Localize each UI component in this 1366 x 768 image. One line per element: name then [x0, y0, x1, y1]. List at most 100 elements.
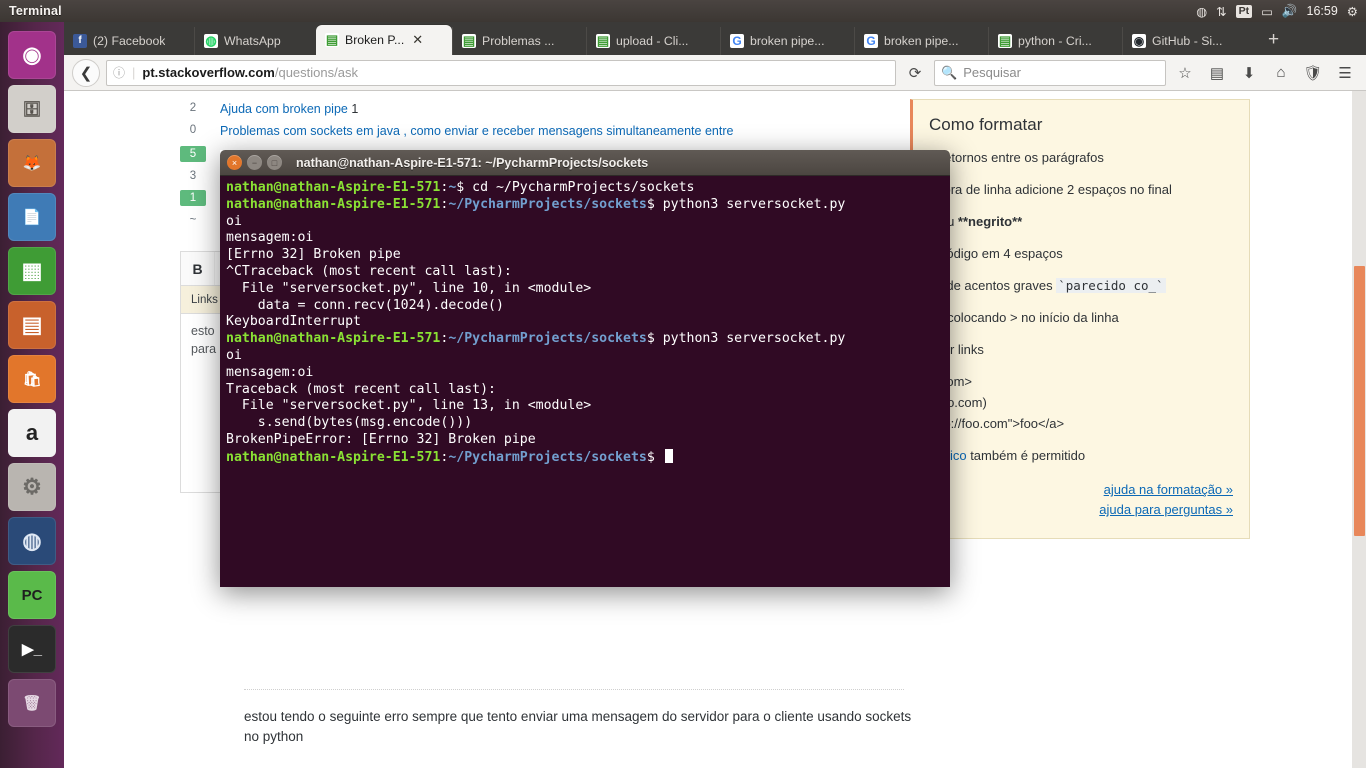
volume-icon[interactable]: 🔊 — [1282, 2, 1298, 20]
how-to-format-item: uebra de linha adicione 2 espaços no fin… — [929, 182, 1172, 197]
new-tab-button[interactable]: + — [1256, 27, 1291, 55]
terminal-line: [Errno 32] Broken pipe — [226, 247, 401, 263]
question-vote-count: 0 — [189, 124, 197, 136]
how-to-format-panel: Como formatar e retornos entre os parágr… — [910, 99, 1250, 539]
browser-tab-6[interactable]: Gbroken pipe... — [854, 27, 988, 55]
launcher-item-system-settings[interactable]: ⚙ — [8, 463, 56, 511]
amazon-icon: a — [25, 420, 39, 445]
terminal-command: python3 serversocket.py — [654, 196, 846, 212]
stackoverflow-icon: ▤ — [462, 33, 476, 48]
google-icon: G — [730, 34, 744, 48]
terminal-command: python3 serversocket.py — [654, 331, 846, 347]
browser-tab-5[interactable]: Gbroken pipe... — [720, 27, 854, 55]
page-scrollbar[interactable] — [1352, 91, 1366, 768]
terminal-output[interactable]: nathan@nathan-Aspire-E1-571:~$ cd ~/Pych… — [220, 176, 950, 587]
terminal-line: nathan@nathan-Aspire-E1-571:~$ cd ~/Pych… — [226, 180, 695, 195]
reader-list-icon[interactable]: ▤ — [1204, 60, 1230, 86]
browser-tab-2[interactable]: ▤ Broken P... ✕ — [316, 25, 452, 55]
related-question-row[interactable]: 0 Problemas com sockets em java , como en… — [180, 120, 880, 142]
terminal-line: nathan@nathan-Aspire-E1-571:~/PycharmPro… — [226, 331, 846, 347]
how-to-format-help-link[interactable]: ajuda para perguntas » — [929, 500, 1233, 520]
launcher-item-libreoffice-writer[interactable]: 📄 — [8, 193, 56, 241]
browser-tab-label: (2) Facebook — [93, 34, 166, 48]
terminal-prompt-user: nathan@nathan-Aspire-E1-571 — [226, 331, 441, 347]
bookmark-star-icon[interactable]: ☆ — [1172, 60, 1198, 86]
launcher-item-terminal[interactable]: ▶_ — [8, 625, 56, 673]
terminal-icon: ▶_ — [22, 640, 42, 658]
stackoverflow-icon: ▤ — [596, 33, 610, 48]
how-to-format-help-link[interactable]: ajuda na formatação » — [929, 480, 1233, 500]
question-title-link[interactable]: Ajuda com broken pipe 1 — [220, 102, 358, 116]
browser-tab-3[interactable]: ▤ Problemas ... — [452, 27, 586, 55]
browser-tab-1[interactable]: ◍ WhatsApp — [194, 27, 316, 55]
browser-tab-4[interactable]: ▤ upload - Cli... — [586, 27, 720, 55]
launcher-item-trash[interactable]: 🗑 — [8, 679, 56, 727]
downloads-icon[interactable]: ⬇ — [1236, 60, 1262, 86]
launcher-item-amazon[interactable]: a — [8, 409, 56, 457]
question-title-link[interactable]: Problemas com sockets em java , como env… — [220, 124, 733, 138]
search-input[interactable]: 🔍 Pesquisar — [934, 59, 1166, 86]
terminal-line: Traceback (most recent call last): — [226, 381, 496, 397]
launcher-item-libreoffice-calc[interactable]: ▦ — [8, 247, 56, 295]
terminal-line: KeyboardInterrupt — [226, 314, 361, 330]
unity-top-panel: Terminal ◍ ⇅ Pt ▭ 🔊 16:59 ⚙ — [0, 0, 1366, 22]
how-to-format-title: Como formatar — [929, 115, 1043, 134]
terminal-command — [655, 450, 663, 465]
desktop-screen: f (2) Facebook ◍ WhatsApp ▤ Broken P... ✕ ▤ Prob… — [0, 0, 1366, 768]
reload-icon[interactable]: ⟳ — [902, 60, 928, 86]
how-to-format-links: ajuda na formatação » ajuda para pergunta… — [929, 480, 1233, 520]
network-up-down-icon[interactable]: ⇅ — [1216, 2, 1226, 20]
system-tray: ◍ ⇅ Pt ▭ 🔊 16:59 ⚙ — [1196, 2, 1366, 20]
terminal-line: ^CTraceback (most recent call last): — [226, 263, 512, 279]
terminal-window[interactable]: × − □ nathan@nathan-Aspire-E1-571: ~/Pyc… — [220, 150, 950, 587]
browser-tab-label: python - Cri... — [1018, 34, 1092, 48]
launcher-item-steam[interactable]: ◍ — [8, 517, 56, 565]
browser-tab-7[interactable]: ▤ python - Cri... — [988, 27, 1122, 55]
browser-tab-8[interactable]: ◉ GitHub - Si... — [1122, 27, 1256, 55]
active-app-title: Terminal — [9, 4, 62, 18]
launcher-item-ubuntu-software-center[interactable]: 🛍 — [8, 355, 56, 403]
bold-button[interactable]: B — [181, 252, 215, 285]
code-sample: `parecido co_` — [1056, 278, 1166, 293]
gear-power-icon[interactable]: ⚙ — [1347, 2, 1358, 20]
back-arrow-icon[interactable]: ❮ — [72, 58, 100, 87]
launcher-item-pycharm[interactable]: PC — [8, 571, 56, 619]
launcher-item-dash-home[interactable]: ◉ — [8, 31, 56, 79]
url-text: pt.stackoverflow.com/questions/ask — [142, 65, 358, 80]
url-path: /questions/ask — [274, 65, 358, 80]
steam-icon[interactable]: ◍ — [1196, 2, 1207, 20]
page-scrollbar-thumb[interactable] — [1354, 266, 1365, 536]
home-icon[interactable]: ⌂ — [1268, 60, 1294, 86]
terminal-line: mensagem:oi — [226, 230, 314, 246]
terminal-title-bar[interactable]: × − □ nathan@nathan-Aspire-E1-571: ~/Pyc… — [220, 150, 950, 176]
tab-close-icon[interactable]: ✕ — [412, 32, 423, 48]
maximize-icon[interactable]: □ — [267, 155, 282, 170]
question-title-suffix: 1 — [351, 102, 359, 116]
terminal-line: nathan@nathan-Aspire-E1-571:~/PycharmPro… — [226, 448, 944, 467]
site-info-icon[interactable]: ⓘ — [113, 64, 125, 81]
stackoverflow-icon: ▤ — [998, 33, 1012, 48]
terminal-line: data = conn.recv(1024).decode() — [226, 297, 504, 313]
related-question-row[interactable]: 2 Ajuda com broken pipe 1 — [180, 98, 880, 120]
pocket-icon[interactable]: 🛡 — [1300, 60, 1326, 86]
launcher-item-firefox[interactable]: 🦊 — [8, 139, 56, 187]
question-vote-count: 3 — [189, 170, 197, 182]
firefox-icon: 🦊 — [22, 154, 42, 172]
how-to-format-item: básico também é permitido — [929, 445, 1233, 466]
terminal-line: BrokenPipeError: [Errno 32] Broken pipe — [226, 431, 536, 447]
minimize-icon[interactable]: − — [247, 155, 262, 170]
launcher-item-libreoffice-impress[interactable]: ▤ — [8, 301, 56, 349]
how-to-format-list: e retornos entre os parágrafos uebra de l… — [929, 147, 1233, 466]
url-bar[interactable]: ⓘ | pt.stackoverflow.com/questions/ask — [106, 59, 896, 86]
close-icon[interactable]: × — [227, 155, 242, 170]
battery-charging-icon[interactable]: ▭ — [1261, 2, 1273, 20]
browser-tab-label: GitHub - Si... — [1152, 34, 1223, 48]
question-vote-count: ~ — [189, 214, 197, 226]
launcher-item-files[interactable]: 🗄 — [8, 85, 56, 133]
url-domain: pt.stackoverflow.com — [142, 65, 275, 80]
unity-launcher: ◉ 🗄 🦊 📄 ▦ ▤ 🛍 a ⚙ ◍ PC ▶_ 🗑 — [0, 22, 64, 768]
menu-hamburger-icon[interactable]: ☰ — [1332, 60, 1358, 86]
clock[interactable]: 16:59 — [1307, 4, 1338, 18]
browser-tab-0[interactable]: f (2) Facebook — [64, 27, 194, 55]
steam-icon: ◍ — [22, 528, 42, 553]
